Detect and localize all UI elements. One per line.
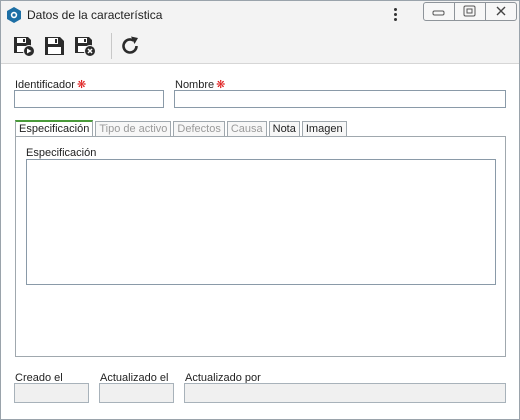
tab-especificacion[interactable]: Especificación [15, 120, 94, 137]
tab-tipo-de-activo[interactable]: Tipo de activo [95, 121, 172, 136]
dialog-window: Datos de la característica Identificador… [0, 0, 520, 420]
minimize-button[interactable] [424, 3, 455, 20]
especificacion-label: Especificación [26, 147, 97, 159]
actualizado-el-field [99, 383, 174, 403]
especificacion-textarea[interactable] [26, 159, 496, 285]
tab-nota[interactable]: Nota [268, 121, 300, 136]
nombre-input[interactable] [174, 90, 506, 108]
maximize-icon [463, 5, 476, 17]
refresh-icon [122, 36, 138, 54]
app-logo-icon [7, 7, 21, 23]
tab-panel-especificacion: Especificación [15, 136, 506, 357]
tab-defectos[interactable]: Defectos [173, 121, 225, 136]
save-and-close-icon [75, 37, 96, 57]
tab-strip: Especificación Tipo de activo Defectos C… [15, 120, 349, 137]
save-and-new-icon [14, 37, 35, 57]
maximize-button[interactable] [455, 3, 486, 20]
actualizado-por-field [184, 383, 506, 403]
minimize-icon [432, 10, 445, 16]
save-and-new-button[interactable] [12, 34, 36, 58]
tab-causa[interactable]: Causa [226, 121, 267, 136]
tab-imagen[interactable]: Imagen [301, 121, 347, 136]
save-and-close-button[interactable] [73, 34, 97, 58]
window-controls [423, 2, 517, 21]
toolbar-separator [111, 33, 112, 59]
close-icon [496, 6, 506, 16]
more-options-icon[interactable] [389, 5, 401, 25]
identificador-input[interactable] [14, 90, 164, 108]
title-bar[interactable]: Datos de la característica [1, 1, 519, 29]
creado-el-field [14, 383, 89, 403]
save-button[interactable] [43, 34, 67, 58]
save-icon [45, 37, 64, 55]
toolbar [1, 29, 519, 64]
close-button[interactable] [486, 3, 516, 20]
refresh-button[interactable] [118, 34, 142, 58]
window-title: Datos de la característica [27, 8, 163, 22]
